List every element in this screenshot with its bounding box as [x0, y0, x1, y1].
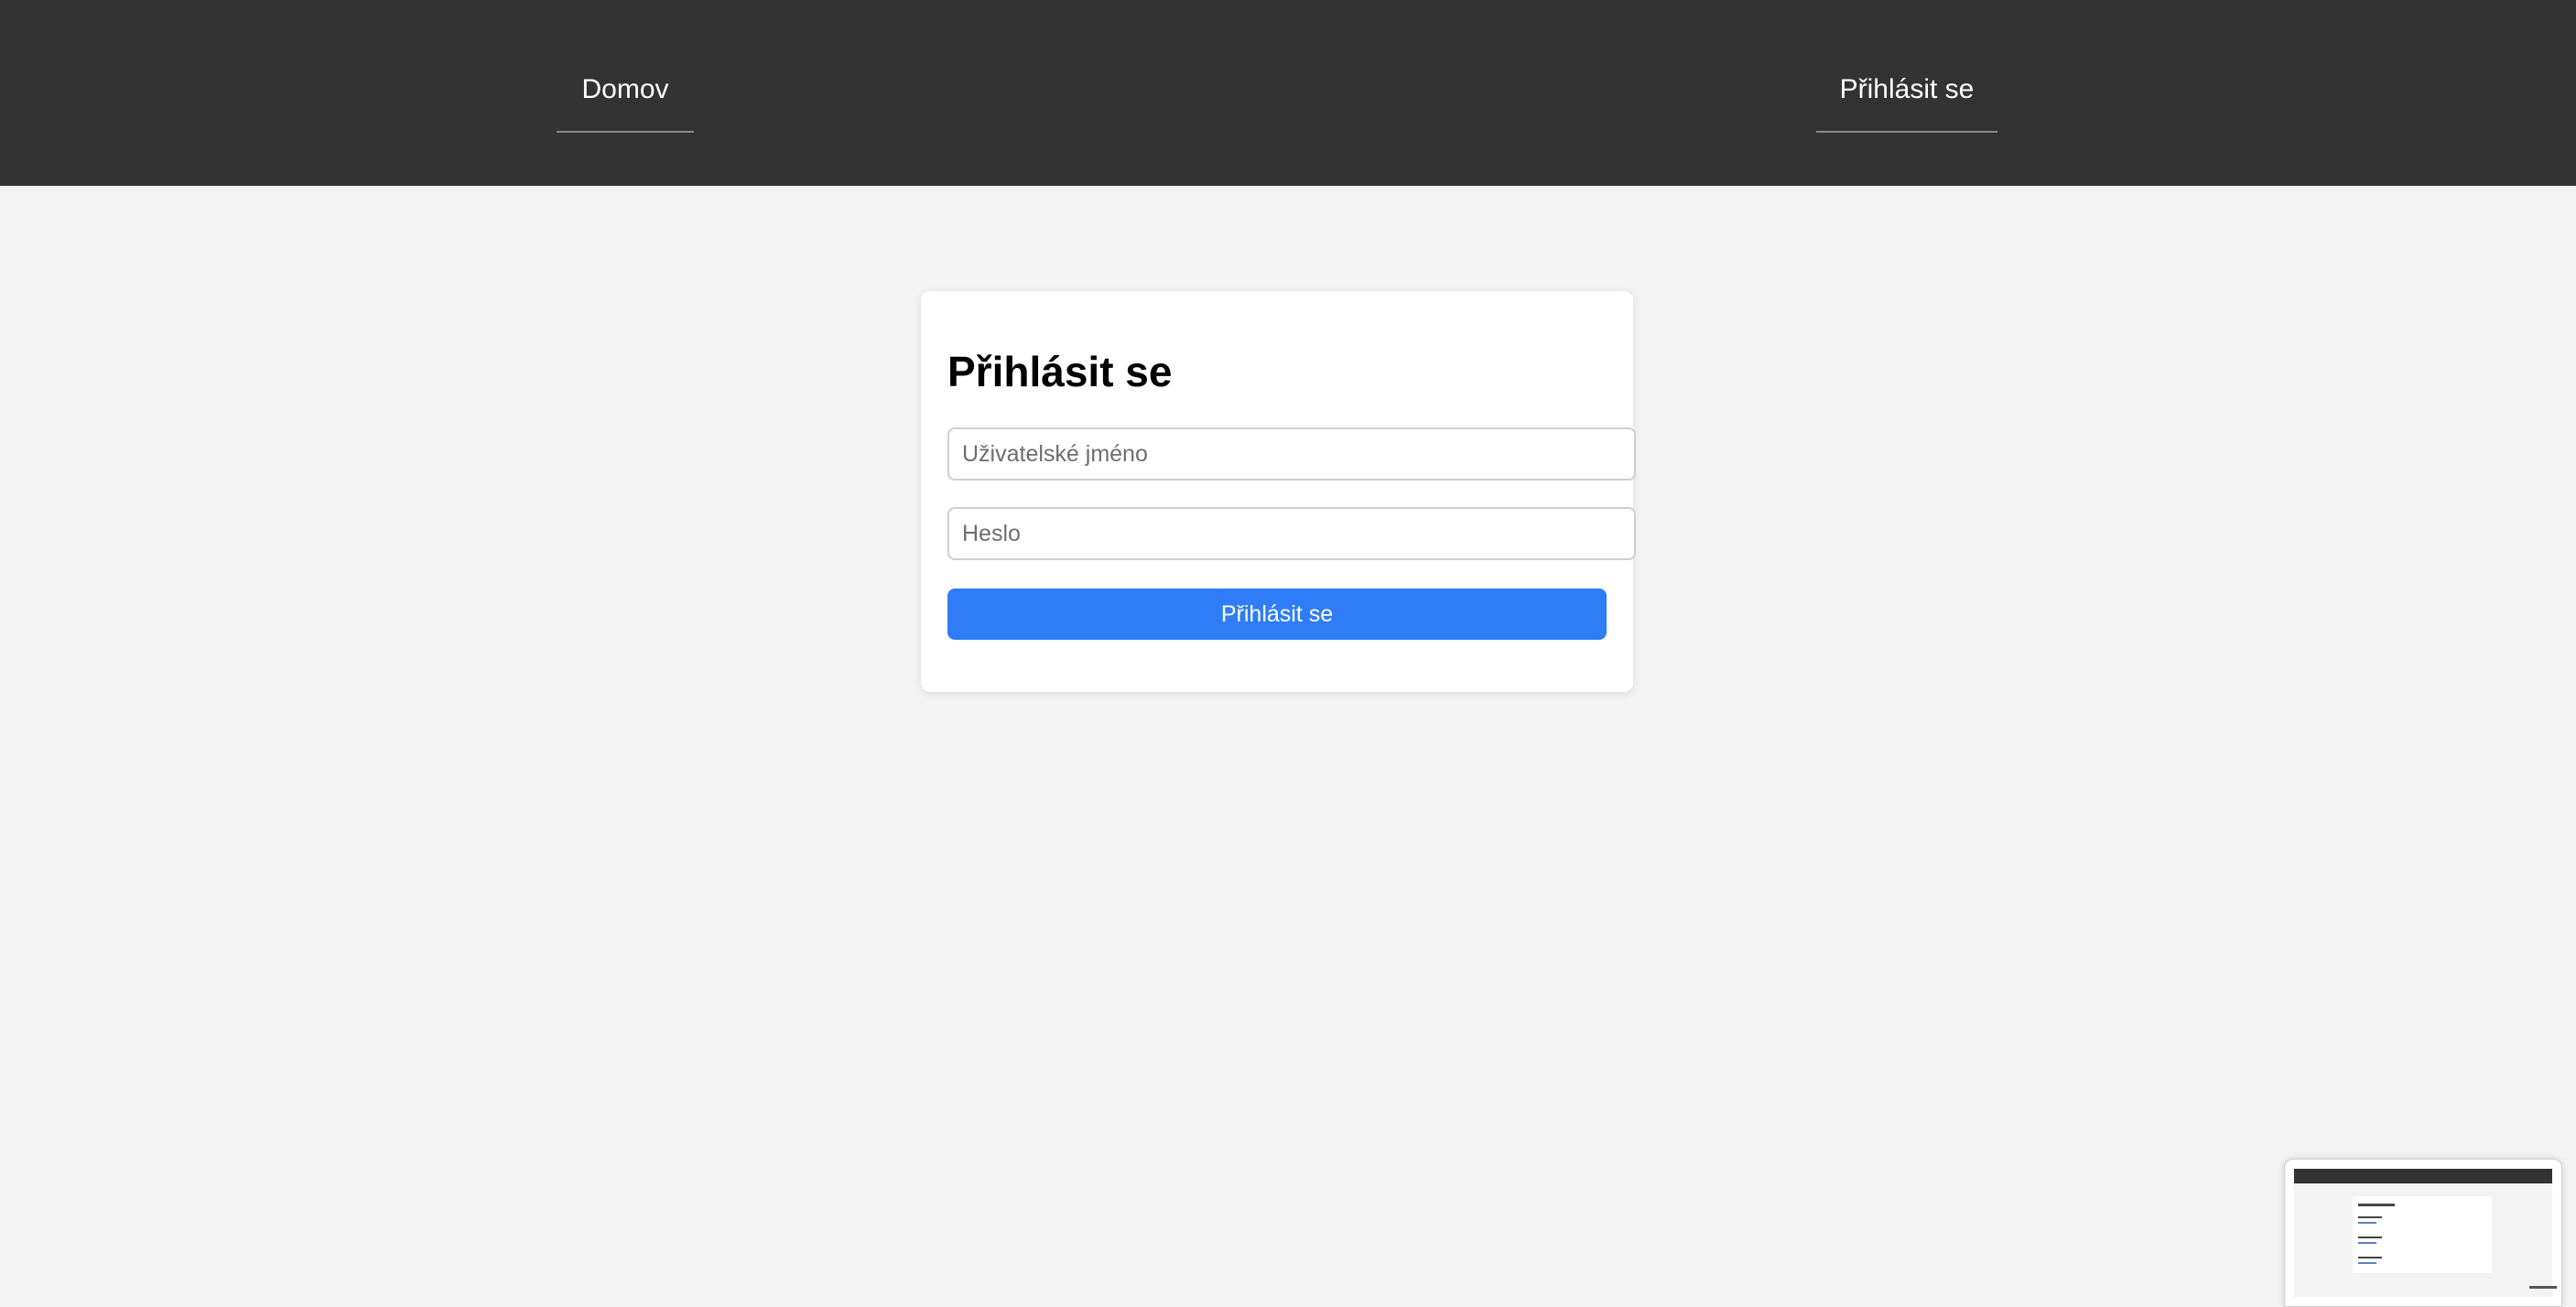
login-title: Přihlásit se: [947, 348, 1173, 395]
username-input[interactable]: [947, 427, 1636, 481]
nav-home-link[interactable]: Domov: [557, 71, 694, 108]
preview-line: [2358, 1216, 2382, 1218]
page-preview-thumbnail[interactable]: [2284, 1159, 2562, 1307]
nav-home-underline: [557, 131, 694, 133]
password-input[interactable]: [947, 507, 1636, 560]
preview-link-line: [2358, 1222, 2376, 1224]
top-navigation-bar: Domov Přihlásit se: [0, 0, 2576, 186]
preview-line: [2358, 1257, 2382, 1258]
nav-login-underline: [1816, 131, 1997, 133]
preview-link-line: [2358, 1262, 2376, 1264]
nav-login-link[interactable]: Přihlásit se: [1816, 71, 1997, 108]
preview-line: [2358, 1237, 2382, 1238]
login-submit-button[interactable]: Přihlásit se: [947, 589, 1607, 640]
login-card: Přihlásit se Přihlásit se: [921, 291, 1636, 692]
preview-link-line: [2358, 1242, 2376, 1244]
preview-resize-handle[interactable]: [2529, 1286, 2557, 1289]
preview-topbar: [2294, 1169, 2552, 1183]
preview-heading-line: [2358, 1204, 2395, 1206]
preview-panel: [2353, 1196, 2492, 1273]
preview-content: [2294, 1169, 2552, 1297]
